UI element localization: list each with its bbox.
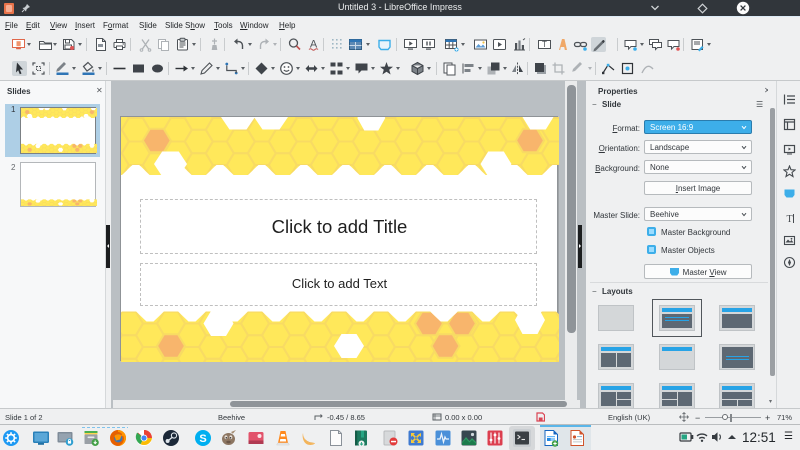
- svg-text:T: T: [542, 40, 547, 49]
- svg-text:T: T: [786, 214, 792, 225]
- svg-text:S: S: [199, 433, 206, 445]
